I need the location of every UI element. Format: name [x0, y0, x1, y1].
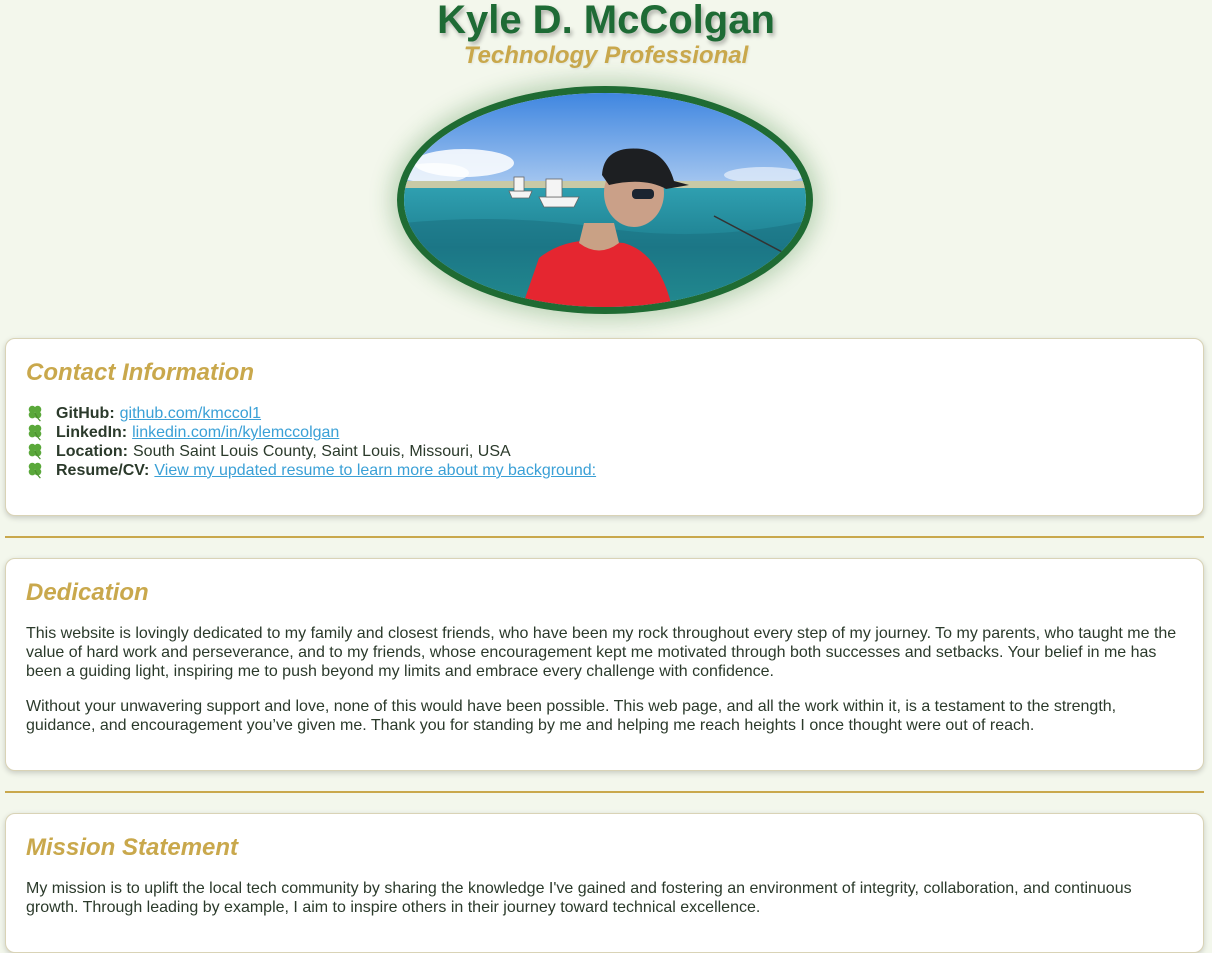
contact-item-location: Location: South Saint Louis County, Sain…: [26, 442, 1183, 461]
profile-photo-image: [404, 93, 806, 307]
four-leaf-clover-icon: [26, 404, 46, 423]
page-subtitle: Technology Professional: [463, 42, 749, 69]
section-divider: [5, 791, 1204, 793]
contact-label: LinkedIn:: [56, 424, 128, 441]
dedication-paragraph: This website is lovingly dedicated to my…: [26, 625, 1177, 680]
contact-label: Location:: [56, 443, 128, 460]
contact-item-linkedin: LinkedIn: linkedin.com/in/kylemccolgan: [26, 423, 1183, 442]
contact-label: GitHub:: [56, 405, 115, 422]
dedication-paragraph: Without your unwavering support and love…: [26, 698, 1117, 734]
linkedin-link[interactable]: linkedin.com/in/kylemccolgan: [132, 423, 339, 442]
contact-item-github: GitHub: github.com/kmccol1: [26, 404, 1183, 423]
github-link[interactable]: github.com/kmccol1: [120, 404, 261, 423]
contact-label: Resume/CV:: [56, 462, 150, 479]
contact-list: GitHub: github.com/kmccol1 LinkedIn: lin…: [26, 404, 1183, 480]
mission-card: Mission Statement My mission is to uplif…: [5, 813, 1204, 953]
page-title: Kyle D. McColgan: [437, 0, 775, 42]
contact-heading: Contact Information: [26, 359, 254, 386]
mission-heading: Mission Statement: [26, 834, 239, 861]
profile-photo: [397, 86, 813, 314]
section-divider: [5, 536, 1204, 538]
four-leaf-clover-icon: [26, 423, 46, 442]
contact-card: Contact Information GitHub: github.com/k…: [5, 338, 1204, 516]
contact-item-resume: Resume/CV: View my updated resume to lea…: [26, 461, 1183, 480]
location-value: South Saint Louis County, Saint Louis, M…: [133, 443, 511, 460]
resume-link[interactable]: View my updated resume to learn more abo…: [154, 461, 596, 480]
dedication-heading: Dedication: [26, 579, 149, 606]
four-leaf-clover-icon: [26, 461, 46, 480]
dedication-card: Dedication This website is lovingly dedi…: [5, 558, 1204, 771]
mission-paragraph: My mission is to uplift the local tech c…: [26, 880, 1132, 916]
four-leaf-clover-icon: [26, 442, 46, 461]
